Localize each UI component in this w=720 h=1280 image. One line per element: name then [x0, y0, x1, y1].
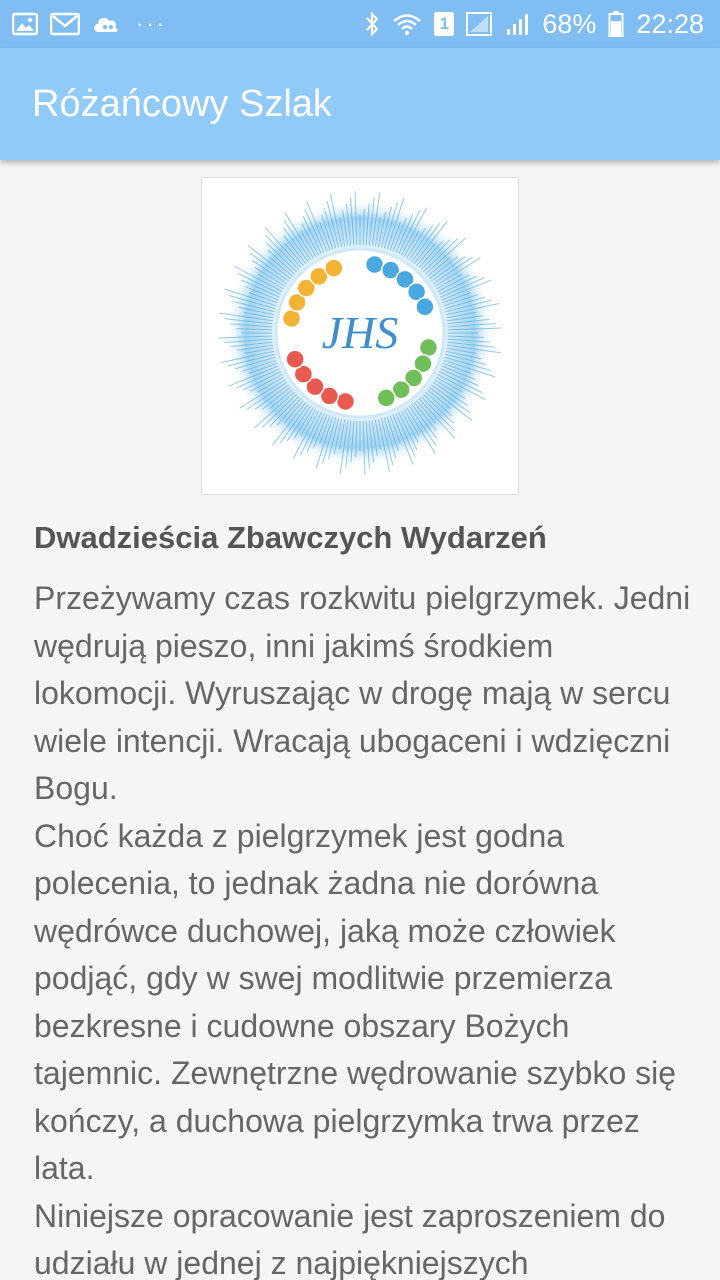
status-right: 1 68% 22:28: [364, 9, 704, 40]
app-bar: Różańcowy Szlak: [0, 48, 720, 160]
main-content[interactable]: JHS Dwadzieścia Zbawczych Wydarzeń Przeż…: [0, 160, 720, 1280]
bluetooth-icon: [364, 11, 380, 37]
article-paragraph: Przeżywamy czas rozkwitu pielgrzymek. Je…: [34, 580, 691, 806]
signal-bars-icon: [506, 11, 530, 37]
glorious-bead: [376, 388, 396, 408]
wifi-icon: [392, 12, 422, 36]
app-title: Różańcowy Szlak: [32, 82, 332, 125]
sorrowful-bead: [285, 349, 305, 369]
rosary-logo: JHS: [201, 177, 519, 495]
luminous-bead: [364, 254, 385, 275]
luminous-bead: [415, 297, 435, 317]
article-paragraph: Niniejsze opracowanie jest zaproszeniem …: [34, 1197, 666, 1280]
article-heading: Dwadzieścia Zbawczych Wydarzeń: [34, 520, 547, 555]
image-icon: [12, 12, 38, 36]
clock: 22:28: [636, 8, 704, 39]
gmail-icon: [50, 12, 80, 36]
battery-percent: 68%: [542, 8, 597, 39]
rosary-logo-image: JHS: [218, 191, 502, 475]
article-body: Przeżywamy czas rozkwitu pielgrzymek. Je…: [34, 575, 704, 1280]
more-notifications: ···: [136, 11, 167, 36]
joyful-bead: [281, 308, 302, 329]
joyful-bead: [324, 258, 344, 278]
glorious-bead: [418, 337, 439, 358]
article-paragraph: Choć każda z pielgrzymek jest godna pole…: [34, 817, 677, 1187]
cloud-game-icon: [92, 12, 120, 36]
signal-icon: [466, 11, 494, 37]
jhs-monogram: JHS: [322, 307, 399, 358]
status-bar: ··· 1 68% 22:28: [0, 0, 720, 48]
battery-icon: [608, 10, 624, 38]
sorrowful-bead: [335, 391, 356, 412]
status-left: ···: [12, 11, 167, 37]
sim-badge: 1: [434, 12, 455, 36]
